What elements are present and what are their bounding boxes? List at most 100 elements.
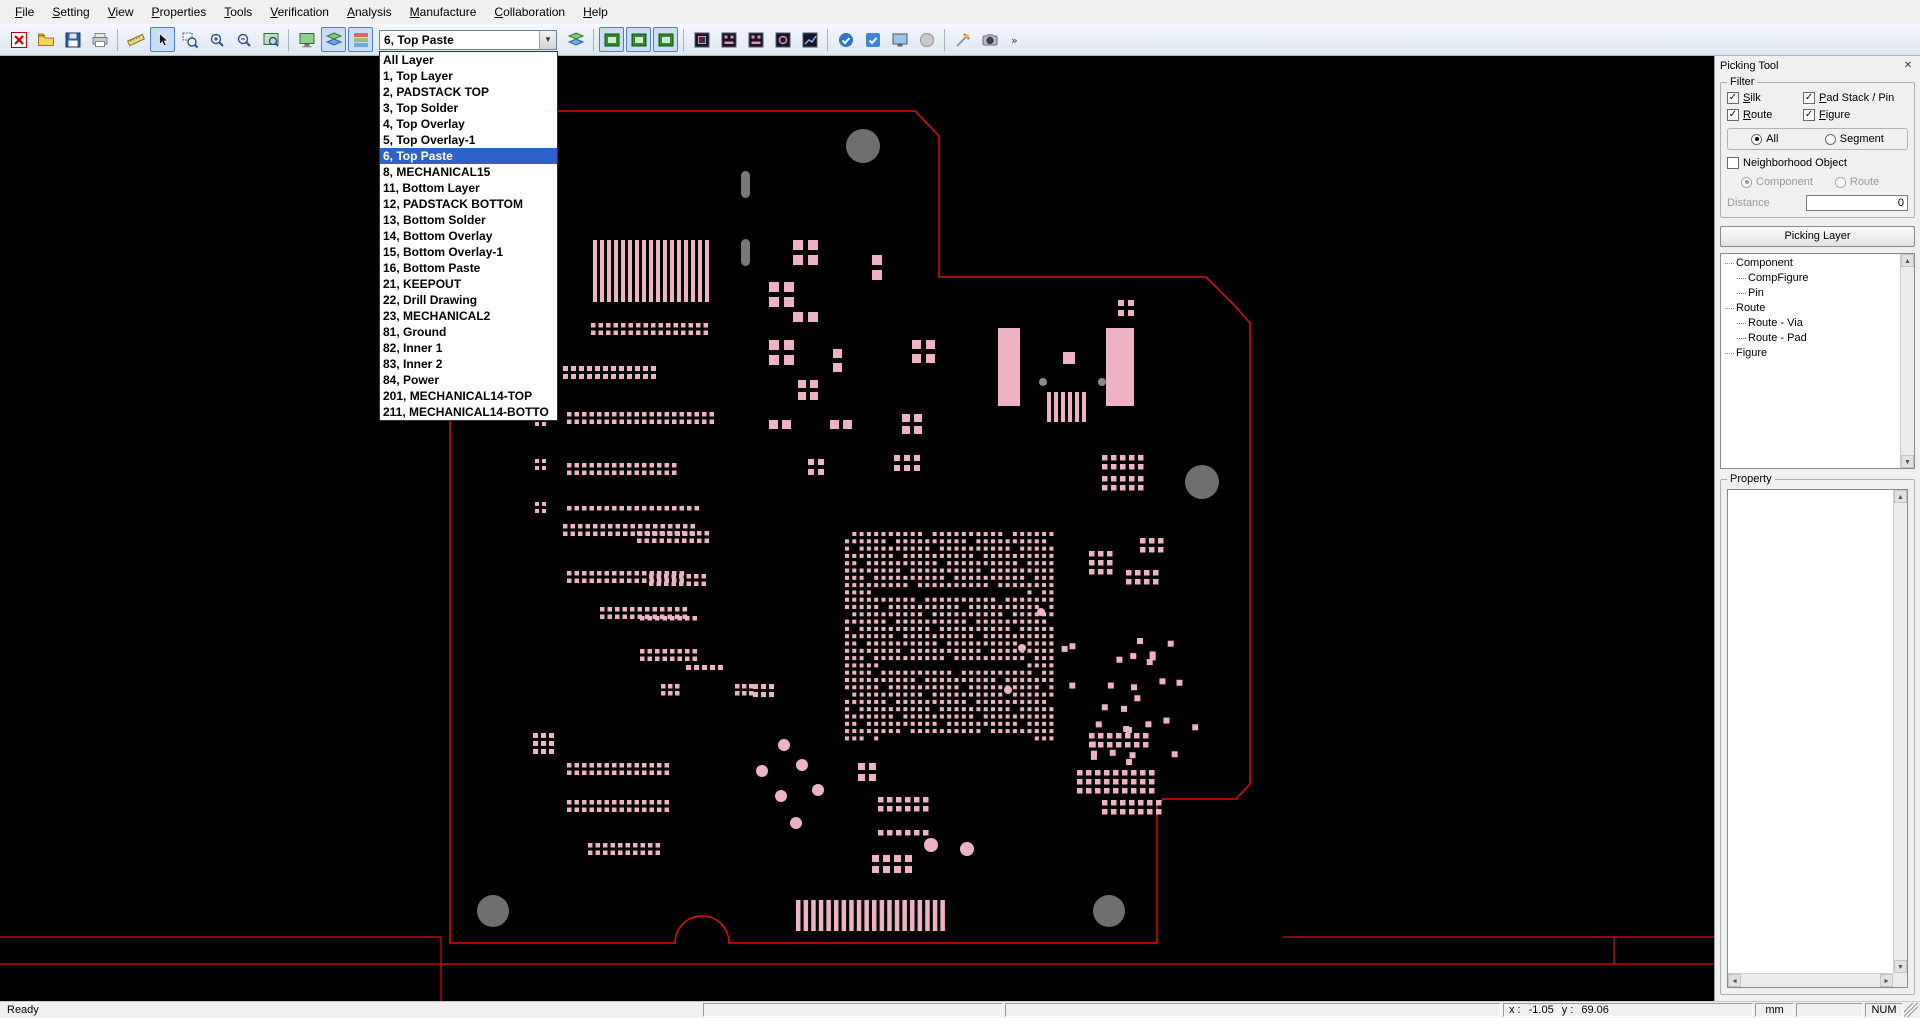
scroll-up-icon[interactable]: ▲ [1901,254,1914,267]
menu-setting[interactable]: Setting [43,3,98,21]
scroll-up-icon[interactable]: ▲ [1894,490,1907,503]
zoom-fit-icon[interactable] [258,27,283,52]
layer-option-9[interactable]: 12, PADSTACK BOTTOM [380,196,557,212]
record-disabled-icon[interactable] [914,27,939,52]
layer-option-5[interactable]: 5, Top Overlay-1 [380,132,557,148]
full-screen-icon[interactable] [294,27,319,52]
view-both-icon[interactable] [653,27,678,52]
open-file-icon[interactable] [33,27,58,52]
menu-manufacture[interactable]: Manufacture [401,3,486,21]
zoom-out-icon[interactable] [231,27,256,52]
scroll-down-icon[interactable]: ▼ [1901,455,1914,468]
layer-option-4[interactable]: 4, Top Overlay [380,116,557,132]
delete-markup-icon[interactable] [6,27,31,52]
layer-option-0[interactable]: All Layer [380,52,557,68]
snapshot-camera-icon[interactable] [977,27,1002,52]
tree-item-figure[interactable]: Figure [1725,346,1900,361]
padstack-checkbox-row[interactable]: ✓ Pad Stack / Pin [1803,92,1908,104]
layer-stack-icon[interactable] [321,27,346,52]
tree-item-route[interactable]: Route [1725,301,1900,316]
screen-view-icon[interactable] [887,27,912,52]
layer-option-8[interactable]: 11, Bottom Layer [380,180,557,196]
pcb-canvas[interactable] [0,56,1714,1001]
silk-checkbox[interactable]: ✓ [1727,92,1739,104]
layer-option-12[interactable]: 15, Bottom Overlay-1 [380,244,557,260]
neighborhood-checkbox[interactable] [1727,157,1739,169]
show-route-icon[interactable] [797,27,822,52]
show-pin-icon[interactable] [743,27,768,52]
menu-properties[interactable]: Properties [143,3,216,21]
property-horizontal-scrollbar[interactable]: ◄ ► [1728,973,1893,987]
layer-option-18[interactable]: 82, Inner 1 [380,340,557,356]
layer-option-13[interactable]: 16, Bottom Paste [380,260,557,276]
layer-option-21[interactable]: 201, MECHANICAL14-TOP [380,388,557,404]
mode-all-radio-row[interactable]: All [1751,133,1778,145]
chevron-down-icon[interactable]: ▼ [539,31,556,49]
menu-tools[interactable]: Tools [215,3,261,21]
verification-check-icon[interactable] [833,27,858,52]
menu-help[interactable]: Help [574,3,617,21]
scroll-right-icon[interactable]: ► [1880,974,1893,987]
layer-select-combobox[interactable]: 6, Top Paste▼All Layer1, Top Layer2, PAD… [379,30,557,50]
show-component-icon[interactable] [716,27,741,52]
tree-item-route-pad[interactable]: Route - Pad [1725,331,1900,346]
show-board-icon[interactable] [689,27,714,52]
layer-option-16[interactable]: 23, MECHANICAL2 [380,308,557,324]
layer-option-19[interactable]: 83, Inner 2 [380,356,557,372]
resize-grip[interactable] [1904,1003,1918,1017]
tree-item-component[interactable]: Component [1725,256,1900,271]
layer-option-11[interactable]: 14, Bottom Overlay [380,228,557,244]
layer-option-7[interactable]: 8, MECHANICAL15 [380,164,557,180]
view-bottom-icon[interactable] [626,27,651,52]
segment-radio[interactable] [1825,134,1836,145]
analysis-check-icon[interactable] [860,27,885,52]
close-icon[interactable]: ✕ [1901,59,1915,73]
menu-collaboration[interactable]: Collaboration [485,3,574,21]
picking-layer-button[interactable]: Picking Layer [1720,226,1915,247]
layer-color-icon[interactable] [348,27,373,52]
tree-item-route-via[interactable]: Route - Via [1725,316,1900,331]
route-checkbox-row[interactable]: ✓ Route [1727,109,1803,121]
layer-option-22[interactable]: 211, MECHANICAL14-BOTTO [380,404,557,420]
distance-input[interactable] [1806,195,1908,211]
menu-view[interactable]: View [99,3,143,21]
measure-icon[interactable] [123,27,148,52]
toolbar-overflow-icon[interactable]: » [1004,27,1029,52]
tree-item-compfigure[interactable]: CompFigure [1725,271,1900,286]
zoom-window-icon[interactable] [177,27,202,52]
layer-option-6[interactable]: 6, Top Paste [380,148,557,164]
layer-option-2[interactable]: 2, PADSTACK TOP [380,84,557,100]
layer-manager-icon[interactable] [563,27,588,52]
figure-checkbox[interactable]: ✓ [1803,109,1815,121]
tree-item-pin[interactable]: Pin [1725,286,1900,301]
print-icon[interactable] [87,27,112,52]
figure-checkbox-row[interactable]: ✓ Figure [1803,109,1908,121]
show-via-icon[interactable] [770,27,795,52]
layer-option-10[interactable]: 13, Bottom Solder [380,212,557,228]
silk-checkbox-row[interactable]: ✓ Silk [1727,92,1803,104]
mode-segment-radio-row[interactable]: Segment [1825,133,1884,145]
select-cursor-icon[interactable] [150,27,175,52]
save-file-icon[interactable] [60,27,85,52]
menu-analysis[interactable]: Analysis [338,3,401,21]
layer-option-17[interactable]: 81, Ground [380,324,557,340]
pad [1006,671,1010,675]
layer-option-14[interactable]: 21, KEEPOUT [380,276,557,292]
layer-option-15[interactable]: 22, Drill Drawing [380,292,557,308]
layer-option-20[interactable]: 84, Power [380,372,557,388]
property-vertical-scrollbar[interactable]: ▲ ▼ [1893,490,1907,973]
zoom-in-icon[interactable] [204,27,229,52]
menu-verification[interactable]: Verification [261,3,338,21]
all-radio[interactable] [1751,134,1762,145]
menu-file[interactable]: File [6,3,43,21]
probe-icon[interactable] [950,27,975,52]
layer-option-3[interactable]: 3, Top Solder [380,100,557,116]
scroll-down-icon[interactable]: ▼ [1894,960,1907,973]
route-checkbox[interactable]: ✓ [1727,109,1739,121]
padstack-checkbox[interactable]: ✓ [1803,92,1815,104]
tree-vertical-scrollbar[interactable]: ▲ ▼ [1900,254,1914,468]
view-top-icon[interactable] [599,27,624,52]
scroll-left-icon[interactable]: ◄ [1728,974,1741,987]
layer-option-1[interactable]: 1, Top Layer [380,68,557,84]
neighborhood-checkbox-row[interactable]: Neighborhood Object [1727,157,1908,169]
